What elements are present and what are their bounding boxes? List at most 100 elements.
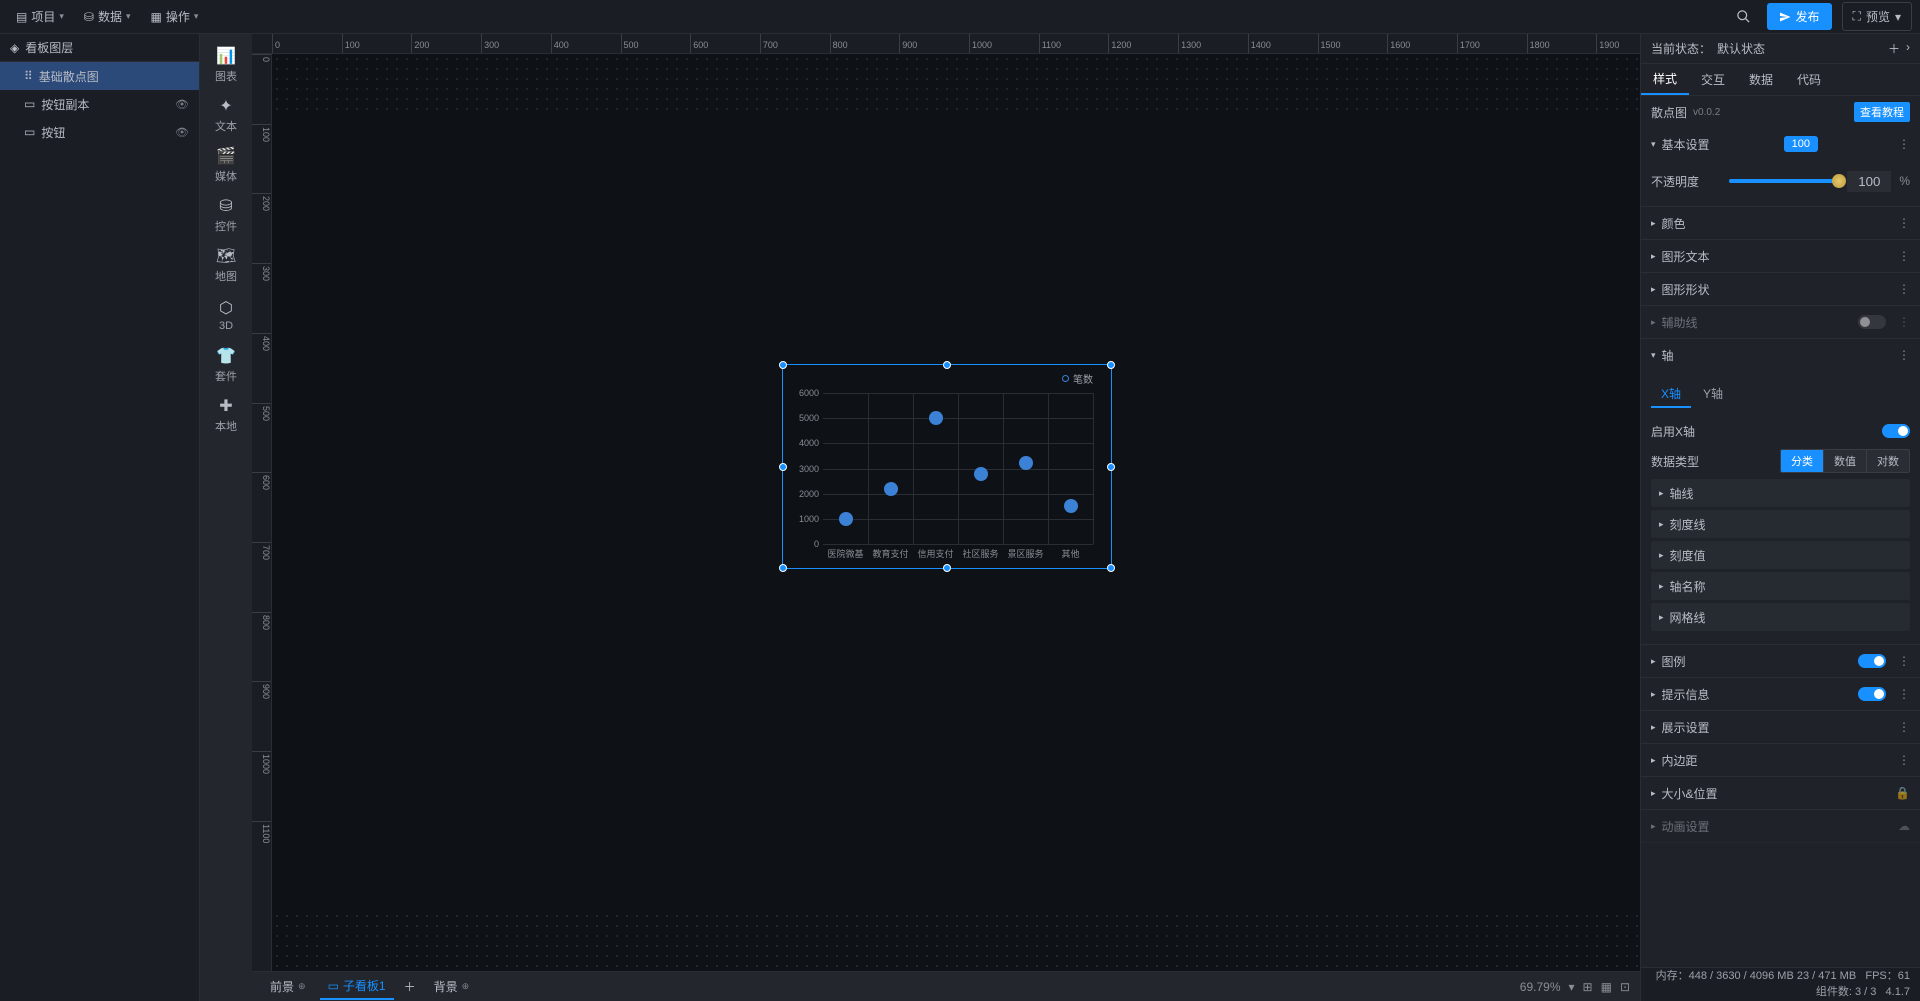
more-icon[interactable]: ⋮	[1898, 137, 1910, 151]
add-tab-button[interactable]: ＋	[400, 977, 420, 997]
axis-sub-tickval[interactable]: ▸刻度值	[1651, 541, 1910, 569]
more-icon[interactable]: ⋮	[1898, 315, 1910, 329]
tab-data[interactable]: 数据	[1737, 64, 1785, 95]
bottom-tabs: 前景⊕ ▭子看板1 ＋ 背景⊕ 69.79% ▾ ⊞ ▦ ⊡	[252, 971, 1640, 1001]
tab-icon: ▭	[328, 979, 339, 993]
legend-marker	[1062, 375, 1069, 382]
viewport[interactable]: 笔数 0100020003000400050006000医院微基教育支付信用支付…	[272, 54, 1640, 971]
tool-media[interactable]: 🎬媒体	[202, 142, 250, 188]
menu-project[interactable]: ▤ 项目 ▾	[8, 4, 72, 29]
chevron-down-icon: ▾	[1895, 10, 1901, 24]
search-button[interactable]	[1731, 4, 1757, 30]
main: ◈ 看板图层 ⠿ 基础散点图 ▭ 按钮副本 👁 ▭ 按钮 👁 📊图表 ✦文本 🎬…	[0, 34, 1920, 1001]
section-display[interactable]: ▸展示设置⋮	[1641, 711, 1920, 743]
tab-subboard[interactable]: ▭子看板1	[320, 973, 394, 1000]
lock-icon[interactable]: 🔒	[1895, 786, 1910, 800]
tool-kit[interactable]: 👕套件	[202, 342, 250, 388]
topbar: ▤ 项目 ▾ ⛁ 数据 ▾ ▦ 操作 ▾ 发布 ⛶ 预览 ▾	[0, 0, 1920, 34]
section-shape-text[interactable]: ▸图形文本⋮	[1641, 240, 1920, 272]
tool-map[interactable]: 🗺地图	[202, 242, 250, 288]
tool-control[interactable]: ⛁控件	[202, 192, 250, 238]
property-tabs: 样式 交互 数据 代码	[1641, 64, 1920, 96]
subtab-x-axis[interactable]: X轴	[1651, 381, 1691, 408]
layer-item[interactable]: ⠿ 基础散点图	[0, 62, 199, 90]
layer-label: 按钮	[41, 124, 65, 141]
section-anim[interactable]: ▸动画设置☁	[1641, 810, 1920, 842]
more-icon[interactable]: ⋮	[1898, 753, 1910, 767]
seg-numeric[interactable]: 数值	[1823, 450, 1866, 472]
section-color[interactable]: ▸颜色⋮	[1641, 207, 1920, 239]
section-basic-header[interactable]: ▾ 基本设置 100 ⋮	[1641, 128, 1920, 160]
more-icon[interactable]: ⋮	[1898, 654, 1910, 668]
plus-icon: ⊕	[462, 981, 470, 992]
tab-background[interactable]: 背景⊕	[426, 974, 478, 999]
axis-sub-tick[interactable]: ▸刻度线	[1651, 510, 1910, 538]
more-icon[interactable]: ⋮	[1898, 282, 1910, 296]
section-axis-header[interactable]: ▾轴⋮	[1641, 339, 1920, 371]
section-tooltip[interactable]: ▸提示信息⋮	[1641, 678, 1920, 710]
comp-count: 组件数: 3 / 3	[1816, 986, 1877, 998]
legend-toggle[interactable]	[1858, 654, 1886, 668]
section-shape-form[interactable]: ▸图形形状⋮	[1641, 273, 1920, 305]
tool-local[interactable]: ✚本地	[202, 392, 250, 438]
cube-icon: ⬡	[219, 298, 233, 318]
axis-sub-name[interactable]: ▸轴名称	[1651, 572, 1910, 600]
layer-item[interactable]: ▭ 按钮副本 👁	[0, 90, 199, 118]
eye-icon[interactable]: 👁	[175, 98, 189, 111]
database-icon: ⛁	[84, 10, 94, 24]
seg-category[interactable]: 分类	[1781, 450, 1823, 472]
enable-x-toggle[interactable]	[1882, 424, 1910, 438]
layer-item[interactable]: ▭ 按钮 👁	[0, 118, 199, 146]
tab-style[interactable]: 样式	[1641, 64, 1689, 95]
more-icon[interactable]: ⋮	[1898, 249, 1910, 263]
more-icon[interactable]: ⋮	[1898, 720, 1910, 734]
guide-toggle[interactable]	[1858, 315, 1886, 329]
fit-icon[interactable]: ⊞	[1583, 980, 1593, 994]
menu-ops[interactable]: ▦ 操作 ▾	[143, 4, 207, 29]
plot-area: 0100020003000400050006000医院微基教育支付信用支付社区服…	[823, 393, 1093, 544]
more-icon[interactable]: ⋮	[1898, 687, 1910, 701]
opacity-unit: %	[1899, 174, 1910, 188]
plus-icon[interactable]: ＋	[1888, 40, 1900, 57]
menu-data[interactable]: ⛁ 数据 ▾	[76, 4, 139, 29]
help-button[interactable]: 查看教程	[1854, 102, 1910, 122]
chevron-down-icon: ▾	[126, 11, 131, 22]
publish-button[interactable]: 发布	[1767, 3, 1832, 30]
chevron-down-icon[interactable]: ▾	[1569, 980, 1575, 994]
tool-chart[interactable]: 📊图表	[202, 42, 250, 88]
axis-sub-grid[interactable]: ▸网格线	[1651, 603, 1910, 631]
chevron-right-icon[interactable]: ›	[1906, 40, 1910, 57]
more-icon[interactable]: ⋮	[1898, 348, 1910, 362]
opacity-input[interactable]	[1847, 171, 1891, 192]
section-legend[interactable]: ▸图例⋮	[1641, 645, 1920, 677]
more-icon[interactable]: ⋮	[1898, 216, 1910, 230]
seg-log[interactable]: 对数	[1866, 450, 1909, 472]
opacity-slider[interactable]	[1729, 179, 1839, 183]
preview-button[interactable]: ⛶ 预览 ▾	[1842, 2, 1912, 31]
tab-interaction[interactable]: 交互	[1689, 64, 1737, 95]
basic-badge: 100	[1784, 136, 1818, 152]
section-guide[interactable]: ▸辅助线⋮	[1641, 306, 1920, 338]
grid-icon[interactable]: ⊡	[1620, 980, 1630, 994]
opacity-label: 不透明度	[1651, 173, 1721, 190]
puzzle-icon: ✚	[219, 396, 232, 416]
tooltip-toggle[interactable]	[1858, 687, 1886, 701]
mem-status: 内存：448 / 3630 / 4096 MB 23 / 471 MB	[1656, 970, 1857, 982]
tool-3d[interactable]: ⬡3D	[202, 292, 250, 338]
layer-label: 基础散点图	[39, 68, 99, 85]
section-padding[interactable]: ▸内边距⋮	[1641, 744, 1920, 776]
kit-icon: 👕	[216, 346, 236, 366]
send-icon	[1779, 11, 1791, 23]
file-icon: ▤	[16, 10, 27, 24]
tab-code[interactable]: 代码	[1785, 64, 1833, 95]
row-enable-x: 启用X轴	[1651, 416, 1910, 446]
eye-icon[interactable]: 👁	[175, 126, 189, 139]
tab-foreground[interactable]: 前景⊕	[262, 974, 314, 999]
section-sizepos[interactable]: ▸大小&位置🔒	[1641, 777, 1920, 809]
selection-box[interactable]: 笔数 0100020003000400050006000医院微基教育支付信用支付…	[782, 364, 1112, 569]
properties-scroll[interactable]: ▾ 基本设置 100 ⋮ 不透明度 % ▸颜色⋮	[1641, 128, 1920, 967]
tool-text[interactable]: ✦文本	[202, 92, 250, 138]
layout-icon[interactable]: ▦	[1601, 980, 1612, 994]
subtab-y-axis[interactable]: Y轴	[1693, 381, 1733, 408]
axis-sub-line[interactable]: ▸轴线	[1651, 479, 1910, 507]
